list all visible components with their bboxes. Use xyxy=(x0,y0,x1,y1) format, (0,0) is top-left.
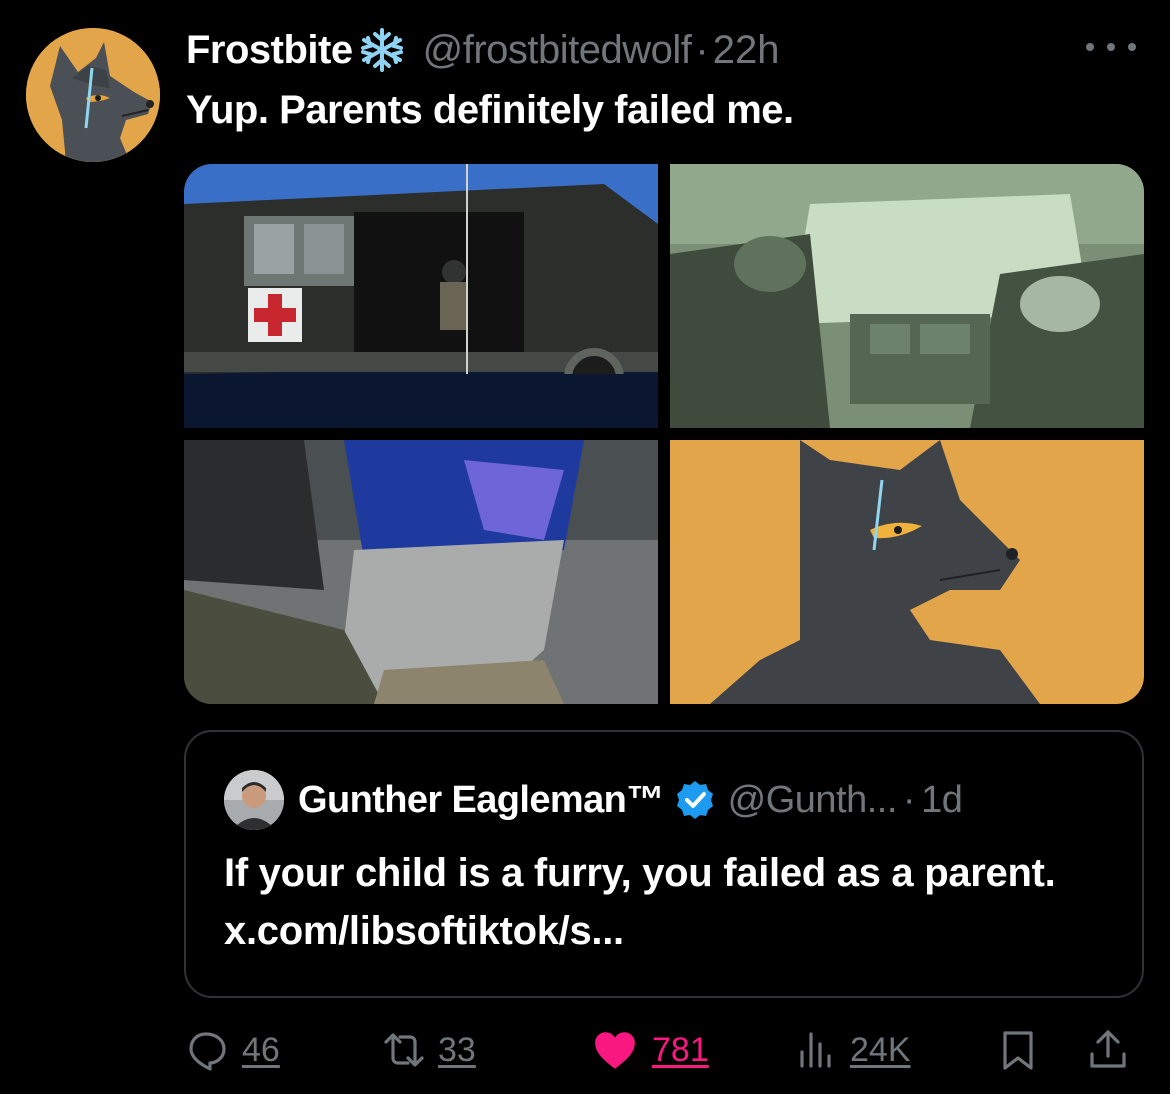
quoted-author-avatar[interactable] xyxy=(224,770,284,830)
heart-icon xyxy=(595,1032,635,1069)
author-display-name[interactable]: Frostbite xyxy=(186,26,353,74)
header-separator: · xyxy=(695,28,709,72)
quoted-tweet[interactable]: Gunther Eagleman™ @Gunth... · 1d If your… xyxy=(184,730,1144,998)
quoted-tweet-timestamp[interactable]: 1d xyxy=(921,774,963,826)
tweet-header: Frostbite @frostbitedwolf · 22h xyxy=(186,26,779,74)
bookmark-button[interactable] xyxy=(996,1024,1040,1076)
action-bar: 46 33 781 24K xyxy=(186,1024,1144,1076)
reply-button[interactable]: 46 xyxy=(186,1024,280,1076)
author-handle[interactable]: @frostbitedwolf xyxy=(423,26,692,74)
repost-button[interactable]: 33 xyxy=(382,1024,476,1076)
pilot-visor-selfie-photo[interactable] xyxy=(184,440,658,704)
tweet-timestamp[interactable]: 22h xyxy=(713,26,780,74)
views-button[interactable]: 24K xyxy=(794,1024,911,1076)
tweet-text: Yup. Parents definitely failed me. xyxy=(186,88,794,132)
bookmark-icon xyxy=(1003,1031,1033,1070)
night-vision-cockpit-photo[interactable] xyxy=(670,164,1144,428)
tweet[interactable]: Frostbite @frostbitedwolf · 22h Yup. Par… xyxy=(0,0,1170,1094)
wolf-avatar-icon xyxy=(26,28,160,162)
snowflake-icon xyxy=(355,26,409,74)
person-avatar-icon xyxy=(224,770,284,830)
reply-count: 46 xyxy=(242,1030,280,1069)
like-count: 781 xyxy=(652,1030,709,1069)
reply-icon xyxy=(189,1032,226,1071)
like-button[interactable]: 781 xyxy=(590,1024,709,1076)
verified-badge-icon xyxy=(674,779,716,821)
media-grid xyxy=(184,164,1144,704)
author-avatar[interactable] xyxy=(26,28,160,162)
wolf-character-art[interactable] xyxy=(670,440,1144,704)
views-icon xyxy=(800,1032,831,1068)
more-options-icon[interactable] xyxy=(1086,36,1136,58)
quoted-author-handle[interactable]: @Gunth... xyxy=(728,774,898,826)
quoted-author-name[interactable]: Gunther Eagleman™ xyxy=(298,774,664,826)
repost-icon xyxy=(384,1033,424,1067)
quoted-header-separator: · xyxy=(902,779,916,821)
share-icon xyxy=(1090,1030,1126,1068)
repost-count: 33 xyxy=(438,1030,476,1069)
quoted-tweet-header: Gunther Eagleman™ @Gunth... · 1d xyxy=(298,774,963,826)
views-count: 24K xyxy=(850,1030,911,1069)
helicopter-photo[interactable] xyxy=(184,164,658,428)
share-button[interactable] xyxy=(1086,1024,1130,1076)
quoted-tweet-text: If your child is a furry, you failed as … xyxy=(224,851,1056,953)
